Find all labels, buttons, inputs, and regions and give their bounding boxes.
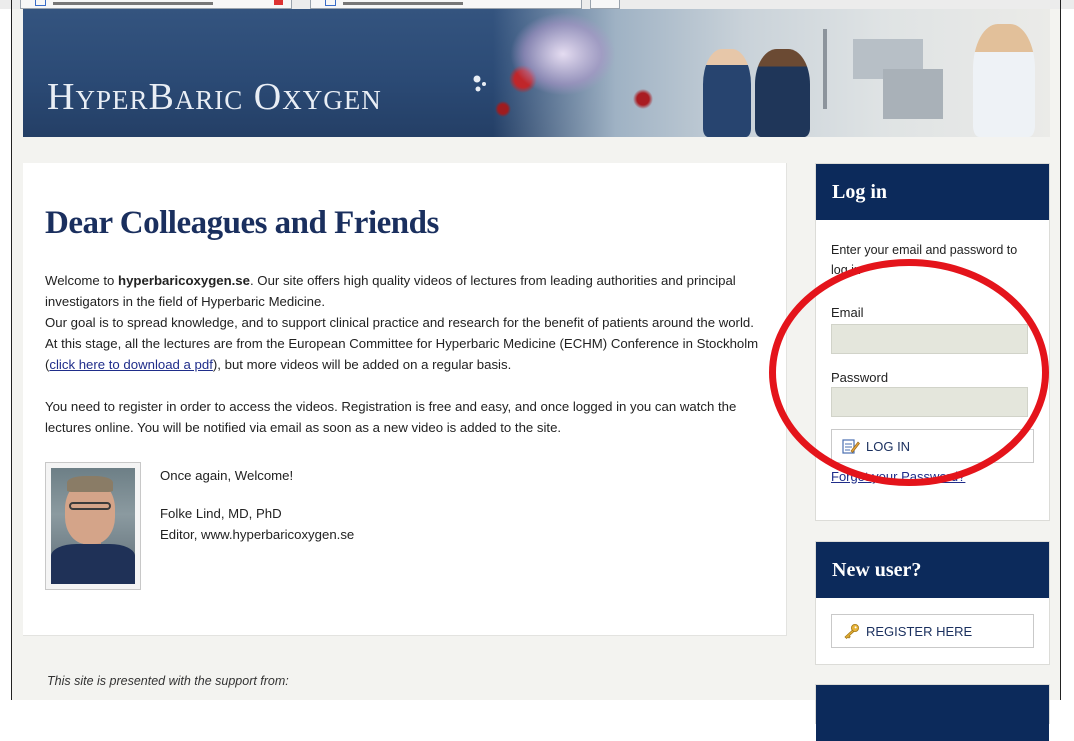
site-name: hyperbaricoxygen.se [118,273,250,288]
email-field[interactable] [831,324,1028,354]
register-button-label: REGISTER HERE [866,623,973,639]
login-button[interactable]: LOG IN [831,429,1034,463]
editor-photo [51,468,135,584]
sponsors-intro-text: This site is presented with the support … [47,674,289,688]
welcome-prefix: Welcome to [45,273,119,288]
photo-equipment [883,69,943,119]
welcome-again-text: Once again, Welcome! [160,468,294,483]
page-title: Dear Colleagues and Friends [45,205,439,241]
browser-tab[interactable] [20,0,292,9]
banner-photo-collage [493,9,1050,137]
register-button[interactable]: REGISTER HERE [831,614,1034,648]
site-banner: HyperBaric Oxygen [23,9,1050,137]
main-content-panel: Dear Colleagues and Friends Welcome to h… [23,163,787,636]
login-button-label: LOG IN [866,438,911,454]
password-label: Password [831,370,889,385]
photo-glasses [69,502,111,510]
new-tab-button[interactable] [590,0,620,9]
site-logo-title[interactable]: HyperBaric Oxygen [47,75,382,119]
photo-nurse [703,49,751,137]
forgot-password-link[interactable]: Forgot your Password? [831,469,965,484]
tab-close-icon[interactable] [274,0,283,5]
editor-portrait [45,462,141,590]
sidebar-panel-partial [815,684,1050,741]
page-favicon-icon [35,0,46,6]
window-frame-right [1060,0,1061,700]
page-favicon-icon [325,0,336,6]
password-field[interactable] [831,387,1028,417]
photo-scrubs [51,544,135,584]
browser-tab[interactable] [310,0,582,9]
login-instructions: Enter your email and password to log in [831,243,1018,277]
signature-role: Editor, www.hyperbaricoxygen.se [160,527,355,542]
photo-nurse [755,49,810,137]
download-pdf-link[interactable]: click here to download a pdf [49,357,212,372]
photo-equipment [823,29,827,109]
signature-name: Folke Lind, MD, PhD [160,506,282,521]
photo-hair [67,476,113,492]
goal-suffix: ), but more videos will be added on a re… [212,357,512,372]
new-user-panel: New user? REGISTER HERE [815,541,1050,665]
login-panel-title: Log in [816,164,1049,220]
tab-title-placeholder [53,2,213,5]
new-user-panel-title: New user? [816,542,1049,598]
goal-paragraph: Our goal is to spread knowledge, and to … [45,312,765,375]
browser-tab-strip [0,0,1074,9]
photo-nurse-headset [973,24,1035,137]
email-label: Email [831,305,864,320]
key-icon [844,624,859,639]
login-panel: Log in Enter your email and password to … [815,163,1050,521]
edit-form-icon [842,439,860,454]
register-paragraph: You need to register in order to access … [45,399,737,435]
sidebar-panel-header [816,685,1049,741]
logo-bubbles-icon [473,75,486,92]
welcome-paragraph: Welcome to hyperbaricoxygen.se. Our site… [45,270,765,312]
tab-title-placeholder [343,2,463,5]
